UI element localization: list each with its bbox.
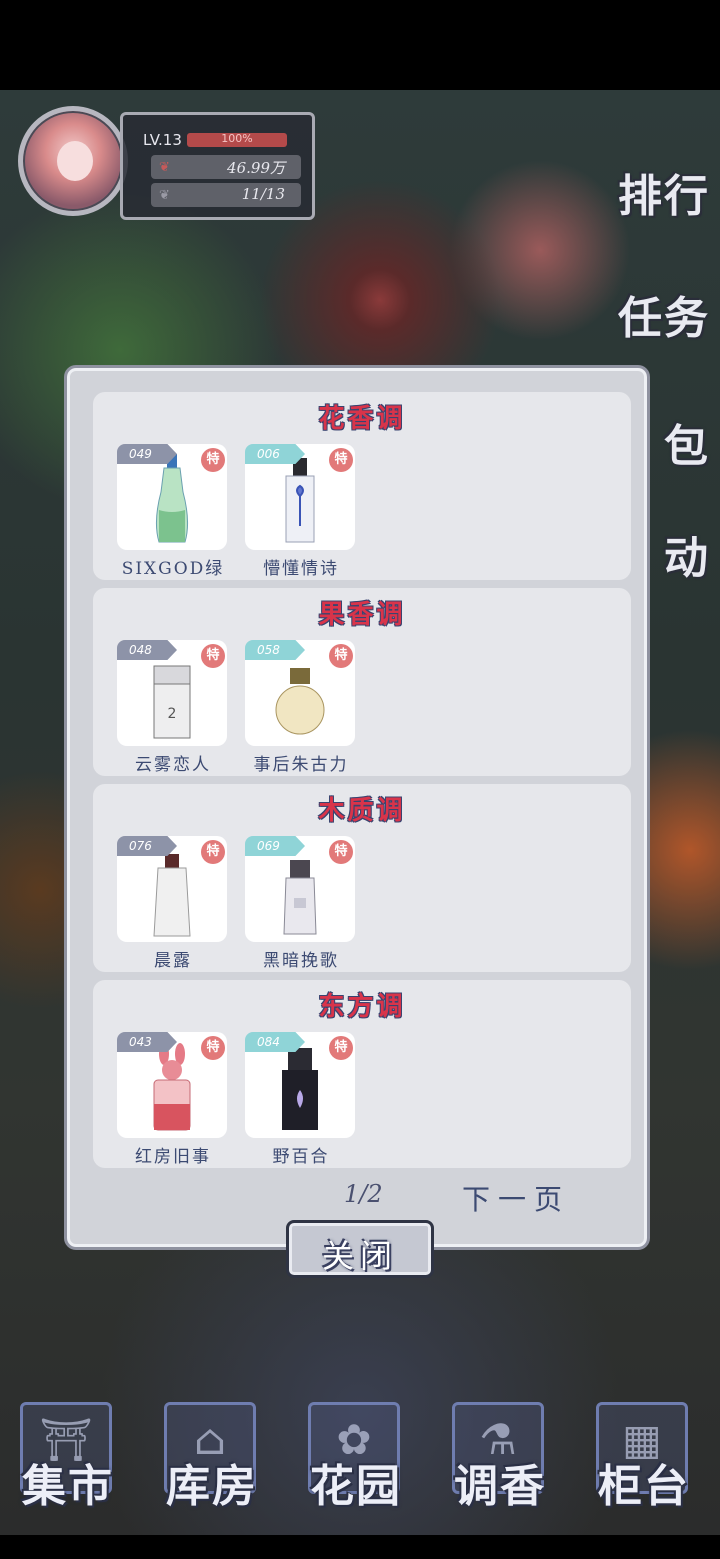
green-bottle-image <box>155 454 189 543</box>
nav-counter[interactable]: ▦ 柜台 <box>584 1400 704 1515</box>
nav-garden-label: 花园 <box>310 1461 402 1512</box>
clear-bottle-image <box>153 854 191 937</box>
perfume-name: 云雾恋人 <box>135 755 211 775</box>
side-item-events[interactable]: 动 <box>664 522 710 586</box>
item-number: 076 <box>117 836 177 856</box>
special-badge: 特 <box>201 840 225 864</box>
nav-market[interactable]: ⛩ 集市 <box>8 1400 128 1515</box>
perfume-name: 黑暗挽歌 <box>263 951 339 971</box>
square-bottle-image: 2 <box>153 665 191 739</box>
rose-bottle-image <box>285 458 315 543</box>
item-number: 006 <box>245 444 305 464</box>
special-badge: 特 <box>201 1036 225 1060</box>
close-button[interactable]: 关闭 <box>286 1220 434 1278</box>
perfume-name: 事后朱古力 <box>253 755 349 775</box>
system-nav-bar <box>0 1535 720 1559</box>
perfume-name: 野百合 <box>272 1147 330 1167</box>
perfume-item[interactable]: 069 特 黑暗挽歌 <box>245 836 357 971</box>
money-row: ❦ 46.99万 <box>151 155 301 179</box>
item-number: 084 <box>245 1032 305 1052</box>
special-badge: 特 <box>329 840 353 864</box>
petal-icon: ❦ <box>159 160 170 175</box>
category-fruity: 果香调 2 048 特 云雾恋人 058 特 事后朱古力 <box>93 588 631 776</box>
item-number: 048 <box>117 640 177 660</box>
category-woody: 木质调 076 特 晨露 069 特 黑暗挽歌 <box>93 784 631 972</box>
nav-warehouse[interactable]: ⌂ 库房 <box>152 1400 272 1515</box>
nav-blending[interactable]: ⚗ 调香 <box>440 1400 560 1515</box>
exp-value: 100% <box>221 132 253 145</box>
perfume-item[interactable]: 076 特 晨露 <box>117 836 229 971</box>
round-bottle-image <box>275 668 325 735</box>
nav-garden[interactable]: ✿ 花园 <box>296 1400 416 1515</box>
side-item-tasks[interactable]: 任务 <box>618 282 710 346</box>
perfume-name: 晨露 <box>154 951 192 971</box>
perfume-item[interactable]: 058 特 事后朱古力 <box>245 640 357 775</box>
perfume-item[interactable]: 084 特 野百合 <box>245 1032 357 1167</box>
money-value: 46.99万 <box>227 159 285 177</box>
avatar[interactable] <box>18 106 128 216</box>
exp-bar: 100% <box>187 132 287 147</box>
player-stats: LV.13 100% ❦ 46.99万 ❦ 11/13 <box>120 112 315 220</box>
perfume-item[interactable]: 2 048 特 云雾恋人 <box>117 640 229 775</box>
special-badge: 特 <box>329 644 353 668</box>
special-badge: 特 <box>329 1036 353 1060</box>
nav-warehouse-label: 库房 <box>166 1461 258 1512</box>
perfume-name: 红房旧事 <box>135 1147 211 1167</box>
category-title: 木质调 <box>318 796 406 826</box>
player-status-panel[interactable]: LV.13 100% ❦ 46.99万 ❦ 11/13 <box>12 102 315 222</box>
svg-text:2: 2 <box>168 706 177 722</box>
level-label: LV.13 <box>143 131 182 149</box>
special-badge: 特 <box>329 448 353 472</box>
category-title: 花香调 <box>318 404 406 434</box>
item-number: 043 <box>117 1032 177 1052</box>
perfume-name: 懵懂情诗 <box>263 559 339 579</box>
leaf-icon: ❦ <box>159 188 170 203</box>
side-item-bag[interactable]: 包 <box>664 410 710 474</box>
nav-market-label: 集市 <box>22 1461 114 1512</box>
page-indicator: 1/2 <box>344 1180 383 1208</box>
special-badge: 特 <box>201 644 225 668</box>
inventory-row: ❦ 11/13 <box>151 183 301 207</box>
item-number: 069 <box>245 836 305 856</box>
side-item-ranking[interactable]: 排行 <box>618 160 710 224</box>
special-badge: 特 <box>201 448 225 472</box>
nav-blending-label: 调香 <box>454 1461 546 1512</box>
category-title: 东方调 <box>318 992 406 1022</box>
nav-counter-label: 柜台 <box>598 1461 690 1512</box>
category-floral: 花香调 049 特 SIXGOD绿 006 特 懵懂情诗 <box>93 392 631 580</box>
perfume-item[interactable]: 006 特 懵懂情诗 <box>245 444 357 579</box>
category-oriental: 东方调 043 特 红房旧事 084 特 野百合 <box>93 980 631 1168</box>
perfume-name: SIXGOD绿 <box>121 559 225 579</box>
category-title: 果香调 <box>318 600 406 630</box>
avatar-face <box>57 141 93 181</box>
perfume-collection-dialog: 花香调 049 特 SIXGOD绿 006 特 懵懂情诗 果香调 2 048 特… <box>64 365 650 1250</box>
item-number: 049 <box>117 444 177 464</box>
dark-cap-bottle-image <box>283 860 317 935</box>
perfume-item[interactable]: 043 特 红房旧事 <box>117 1032 229 1167</box>
close-button-label: 关闭 <box>321 1237 398 1275</box>
inventory-value: 11/13 <box>241 185 285 203</box>
next-page-button[interactable]: 下一页 <box>462 1178 570 1218</box>
black-bottle-image <box>282 1048 318 1130</box>
perfume-item[interactable]: 049 特 SIXGOD绿 <box>117 444 229 579</box>
item-number: 058 <box>245 640 305 660</box>
bunny-bottle-image <box>153 1043 191 1131</box>
